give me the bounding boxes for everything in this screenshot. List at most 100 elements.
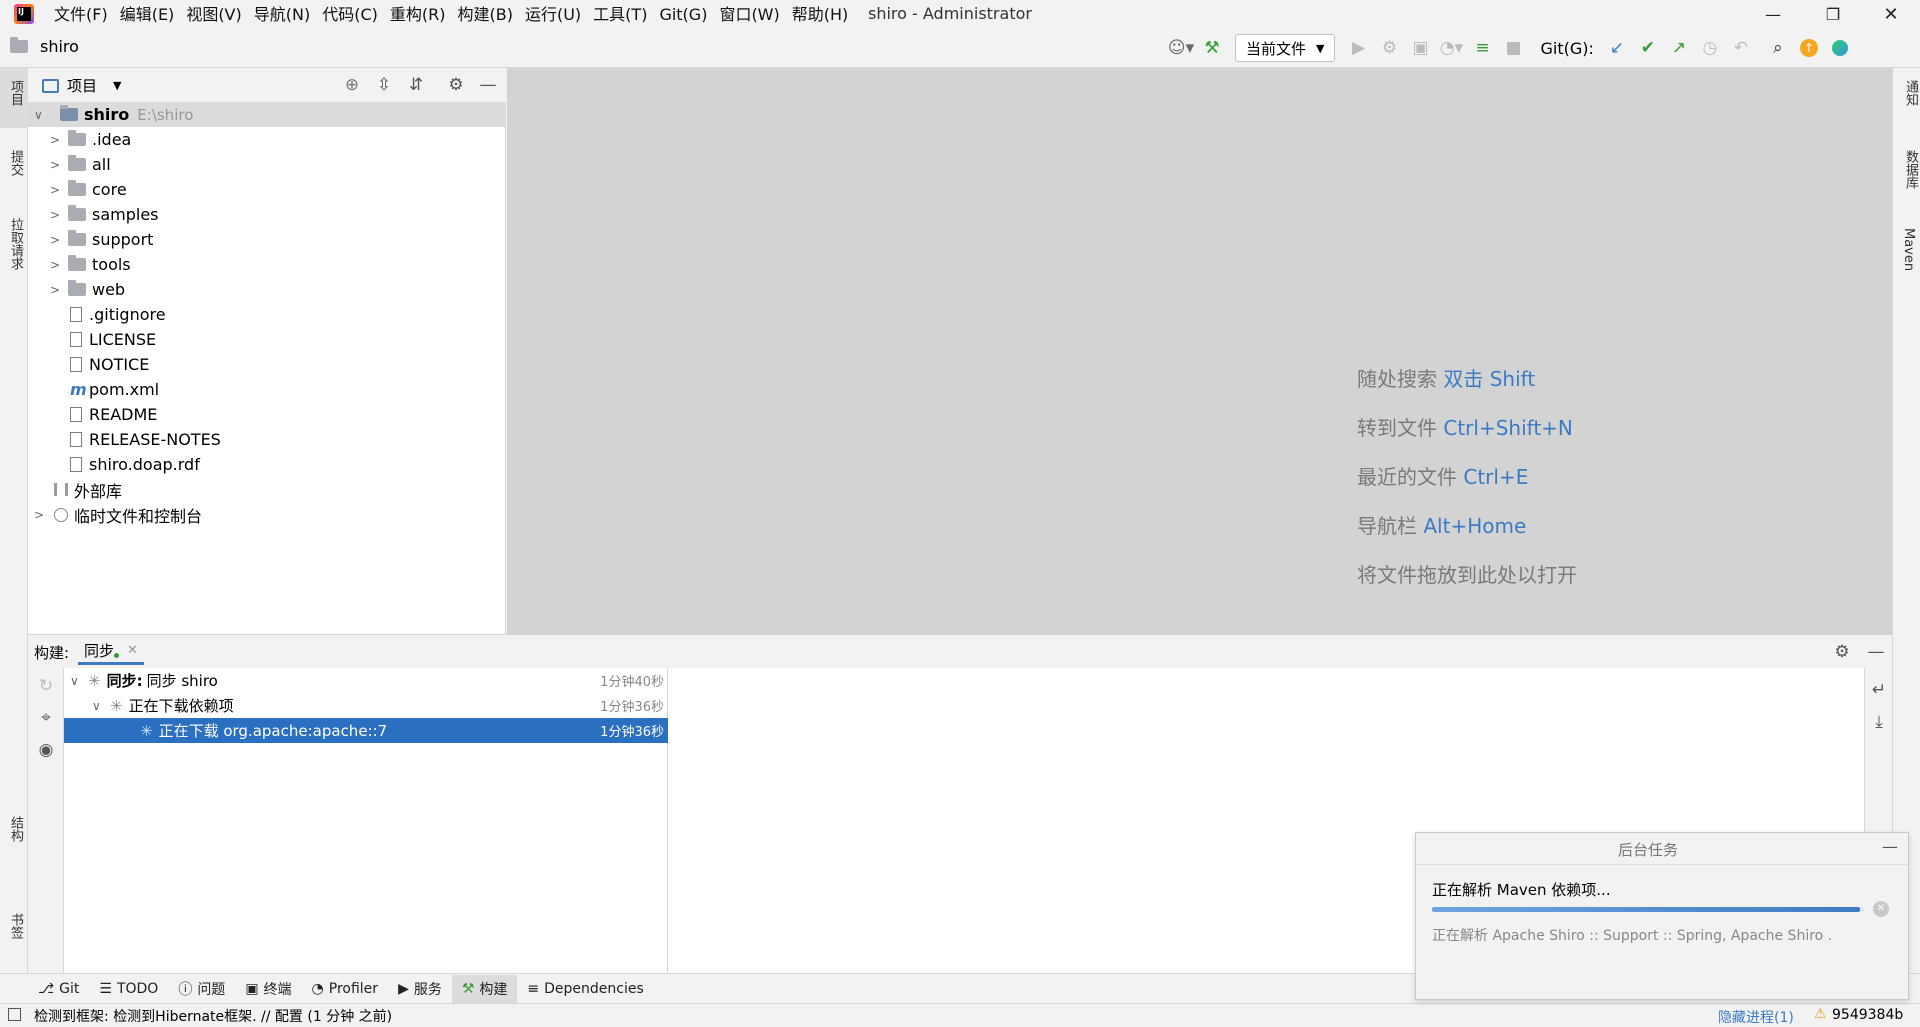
close-button[interactable]: ✕: [1868, 0, 1914, 28]
tree-folder[interactable]: > support: [50, 227, 153, 252]
menu-item[interactable]: 导航(N): [248, 0, 316, 29]
chevron-right-icon: >: [50, 257, 61, 272]
tree-file[interactable]: shiro.doap.rdf: [70, 452, 200, 477]
close-icon[interactable]: ✕: [127, 643, 138, 658]
gear-icon[interactable]: ⚙: [442, 71, 470, 99]
gear-icon[interactable]: ⚙: [1828, 638, 1856, 666]
tool-window-pull-requests[interactable]: 拉取请求: [6, 218, 25, 270]
bottom-tab-terminal[interactable]: ▣ 终端: [235, 975, 301, 1003]
bottom-tab-todo[interactable]: ☰ TODO: [89, 975, 168, 1003]
project-panel-header: 项目 ▼ ⊕ ⇳ ⇵ ⚙ —: [28, 68, 506, 102]
pin-icon[interactable]: ⌖: [32, 704, 60, 732]
tool-window-structure[interactable]: 结构: [6, 816, 25, 842]
menu-item[interactable]: 构建(B): [452, 0, 519, 29]
attach-icon[interactable]: ≡: [1468, 34, 1496, 62]
build-row-sync[interactable]: ∨ ✳ 同步: 同步 shiro 1分钟40秒: [64, 668, 668, 693]
status-message[interactable]: 检测到框架: 检测到Hibernate框架. // 配置 (1 分钟 之前): [34, 1006, 392, 1026]
folder-icon: [68, 205, 86, 221]
hide-icon[interactable]: —: [1862, 638, 1890, 666]
bottom-tab-dependencies[interactable]: ≡ Dependencies: [517, 975, 653, 1003]
tree-folder[interactable]: > all: [50, 152, 111, 177]
tab-sync[interactable]: 同步 ✕: [78, 639, 144, 665]
hide-icon[interactable]: —: [1882, 837, 1898, 856]
hidden-processes-link[interactable]: 隐藏进程(1): [1718, 1007, 1794, 1027]
menu-item[interactable]: Git(G): [653, 0, 713, 29]
tree-folder[interactable]: > .idea: [50, 127, 131, 152]
soft-wrap-icon[interactable]: ↵: [1865, 676, 1893, 704]
search-icon[interactable]: ⌕: [1764, 34, 1792, 62]
layout-icon[interactable]: [8, 1008, 21, 1021]
tool-window-database[interactable]: 数据库: [1901, 150, 1920, 189]
run-icon[interactable]: ▶: [1344, 34, 1372, 62]
build-hammer-icon[interactable]: ⚒: [1198, 34, 1226, 62]
menu-item[interactable]: 窗口(W): [713, 0, 785, 29]
tool-window-commit[interactable]: 提交: [6, 150, 25, 176]
git-history-icon[interactable]: ◷: [1696, 34, 1724, 62]
tree-folder[interactable]: > samples: [50, 202, 159, 227]
build-row-artifact[interactable]: ✳ 正在下载 org.apache:apache::7 1分钟36秒: [64, 718, 668, 743]
git-push-icon[interactable]: ↗: [1665, 34, 1693, 62]
git-update-icon[interactable]: ↙: [1603, 34, 1631, 62]
tree-file[interactable]: NOTICE: [70, 352, 149, 377]
coverage-icon[interactable]: ▣: [1406, 34, 1434, 62]
menu-item[interactable]: 运行(U): [519, 0, 587, 29]
tree-root-path: E:\shiro: [137, 105, 194, 124]
expand-all-icon[interactable]: ⇳: [370, 71, 398, 99]
scroll-to-end-icon[interactable]: ⤓: [1865, 708, 1893, 736]
tree-item-label: LICENSE: [89, 330, 157, 349]
app-logo: IJ: [14, 4, 34, 24]
tool-window-notifications[interactable]: 通知: [1901, 80, 1920, 106]
git-commit-icon[interactable]: ✔: [1634, 34, 1662, 62]
tree-folder[interactable]: > web: [50, 277, 125, 302]
locate-icon[interactable]: ⊕: [338, 71, 366, 99]
task-progress-fill: [1432, 907, 1860, 912]
tree-external-libraries[interactable]: 外部库: [54, 477, 122, 502]
breadcrumb[interactable]: shiro: [10, 37, 79, 56]
bottom-tab-git[interactable]: ⎇ Git: [28, 975, 89, 1003]
memory-indicator[interactable]: 9549384b: [1832, 1007, 1903, 1023]
tool-window-project[interactable]: 项目: [6, 80, 25, 106]
tree-file[interactable]: LICENSE: [70, 327, 156, 352]
run-config-select[interactable]: 当前文件 ▼: [1235, 34, 1336, 62]
debug-icon[interactable]: ⚙: [1375, 34, 1403, 62]
tree-scratches[interactable]: > 临时文件和控制台: [34, 502, 202, 527]
bottom-tab-problems[interactable]: ⓘ 问题: [168, 975, 235, 1003]
tree-file[interactable]: README: [70, 402, 157, 427]
bottom-tab-build[interactable]: ⚒ 构建: [451, 974, 518, 1003]
tree-folder[interactable]: > core: [50, 177, 127, 202]
tree-file[interactable]: m pom.xml: [70, 377, 159, 402]
tree-file[interactable]: .gitignore: [70, 302, 166, 327]
collapse-all-icon[interactable]: ⇵: [402, 71, 430, 99]
menu-item[interactable]: 代码(C): [316, 0, 384, 29]
tool-window-bookmarks[interactable]: 书签: [6, 913, 25, 939]
build-row-downloading[interactable]: ∨ ✳ 正在下载依赖项 1分钟36秒: [64, 693, 668, 718]
project-view-select[interactable]: 项目 ▼: [42, 75, 121, 96]
tree-file[interactable]: RELEASE-NOTES: [70, 427, 221, 452]
menu-item[interactable]: 文件(F): [48, 0, 114, 29]
file-icon: [70, 407, 82, 422]
restore-button[interactable]: ❐: [1810, 0, 1856, 28]
rerun-icon[interactable]: ↻: [32, 672, 60, 700]
profile-icon[interactable]: ◔▾: [1437, 34, 1465, 62]
menu-item[interactable]: 帮助(H): [786, 0, 855, 29]
cancel-task-icon[interactable]: ✕: [1873, 901, 1889, 917]
menu-item[interactable]: 视图(V): [180, 0, 247, 29]
menu-item[interactable]: 编辑(E): [114, 0, 181, 29]
plugin-icon[interactable]: [1826, 34, 1854, 62]
tree-folder[interactable]: > tools: [50, 252, 131, 277]
menu-item[interactable]: 重构(R): [384, 0, 452, 29]
tool-window-maven[interactable]: Maven: [1901, 228, 1916, 271]
menu-item[interactable]: 工具(T): [587, 0, 653, 29]
hint-shortcut: 双击 Shift: [1443, 367, 1536, 391]
minimize-button[interactable]: —: [1750, 0, 1796, 28]
user-icon[interactable]: ☺▾: [1167, 34, 1195, 62]
stop-icon[interactable]: ■: [1499, 34, 1527, 62]
update-icon[interactable]: ↑: [1795, 34, 1823, 62]
bottom-tab-profiler[interactable]: ◔ Profiler: [302, 975, 389, 1003]
hide-icon[interactable]: —: [474, 71, 502, 99]
eye-icon[interactable]: ◉: [32, 736, 60, 764]
bottom-tab-services[interactable]: ▶ 服务: [388, 975, 452, 1003]
git-rollback-icon[interactable]: ↶: [1727, 34, 1755, 62]
tree-root[interactable]: ∨ shiro E:\shiro: [28, 102, 506, 127]
chevron-down-icon: ∨: [70, 673, 79, 688]
